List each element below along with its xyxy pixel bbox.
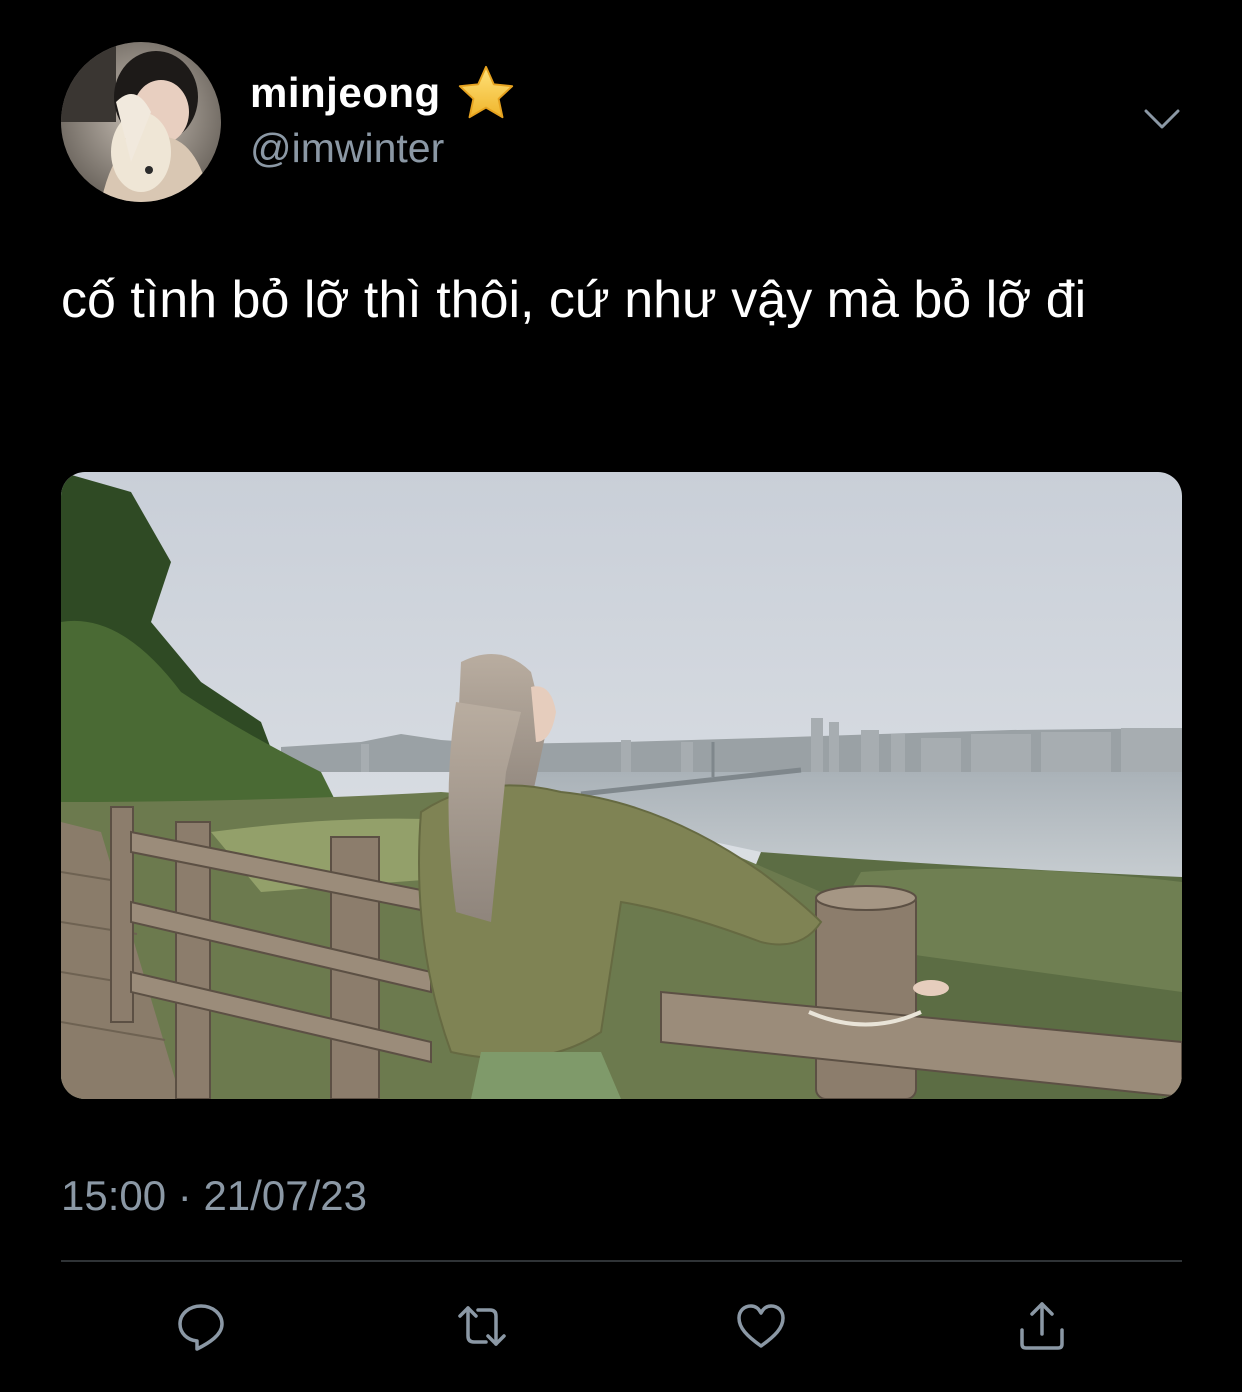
tweet-date: 21/07/23 [203, 1172, 367, 1219]
tweet-time: 15:00 [61, 1172, 167, 1219]
tweet-timestamp: 15:00 · 21/07/23 [61, 1172, 367, 1220]
retweet-icon [458, 1306, 506, 1346]
star-icon [458, 65, 513, 119]
divider [61, 1260, 1182, 1262]
display-name[interactable]: minjeong [250, 69, 441, 117]
chevron-down-icon[interactable] [1140, 103, 1184, 135]
tweet-photo[interactable] [61, 472, 1182, 1099]
tweet-text: cố tình bỏ lỡ thì thôi, cứ như vậy mà bỏ… [61, 271, 1087, 329]
meta-separator: · [177, 1172, 192, 1219]
share-icon [1020, 1302, 1064, 1350]
like-button[interactable] [731, 1296, 791, 1356]
retweet-button[interactable] [452, 1296, 512, 1356]
user-name-row[interactable]: minjeong [250, 62, 517, 124]
reply-button[interactable] [171, 1296, 231, 1356]
avatar[interactable] [61, 42, 221, 202]
reply-icon [178, 1304, 224, 1351]
share-button[interactable] [1012, 1296, 1072, 1356]
heart-icon [737, 1304, 785, 1348]
user-handle[interactable]: @imwinter [250, 125, 444, 172]
